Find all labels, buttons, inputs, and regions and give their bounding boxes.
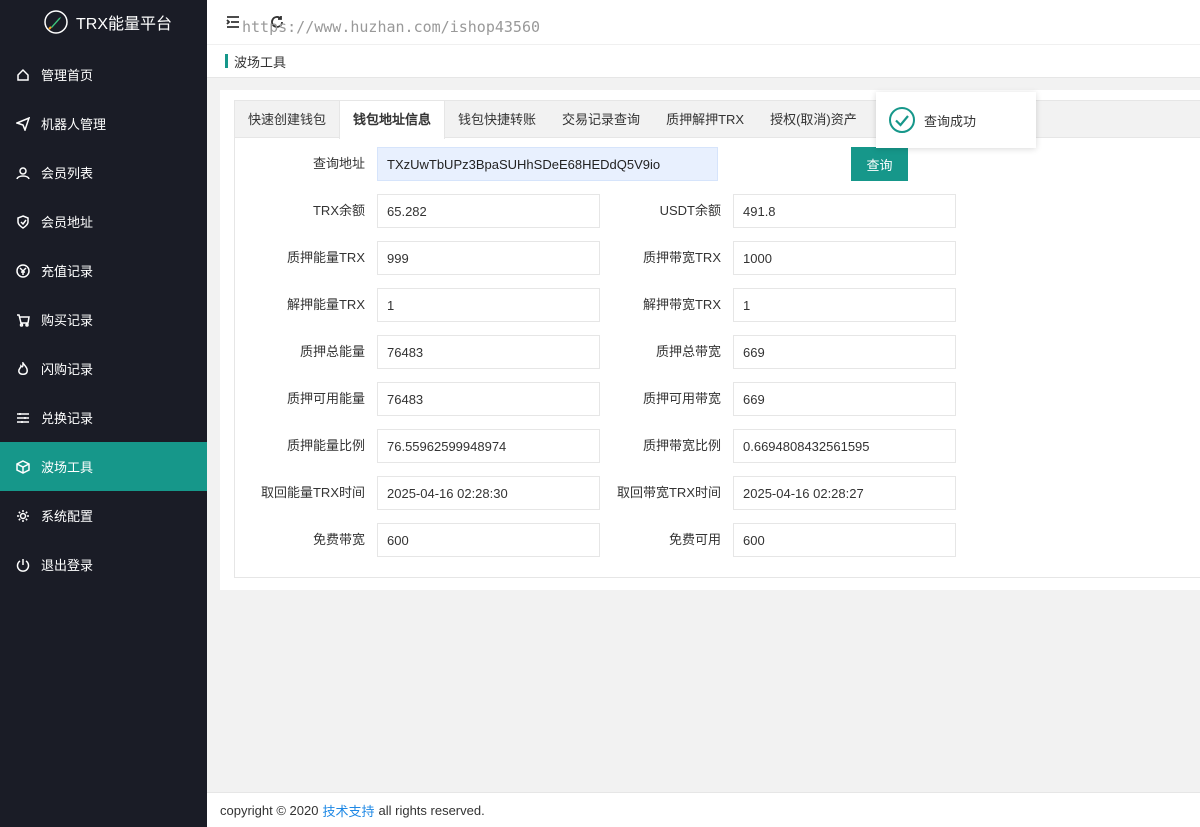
field-input-right[interactable] [733, 429, 956, 463]
field-input-right[interactable] [733, 288, 956, 322]
gear-icon [16, 509, 30, 523]
query-button[interactable]: 查询 [851, 147, 908, 181]
power-icon [16, 558, 30, 572]
breadcrumb-current: 波场工具 [234, 54, 287, 70]
tab-panel: 快速创建钱包钱包地址信息钱包快捷转账交易记录查询质押解押TRX授权(取消)资产授… [234, 100, 1200, 578]
sidebar-item-label: 退出登录 [41, 558, 94, 573]
menu-toggle-button[interactable] [223, 12, 243, 32]
sidebar-item-10[interactable]: 退出登录 [0, 540, 207, 589]
breadcrumb: 波场工具 [207, 44, 1200, 78]
field-input-left[interactable] [377, 194, 600, 228]
success-toast: 查询成功 [876, 92, 1036, 148]
sidebar-item-label: 波场工具 [41, 460, 94, 475]
field-input-right[interactable] [733, 382, 956, 416]
footer: copyright © 2020 技术支持 all rights reserve… [207, 792, 1200, 827]
field-input-left[interactable] [377, 476, 600, 510]
sidebar-item-3[interactable]: 会员地址 [0, 197, 207, 246]
sidebar-item-label: 系统配置 [41, 509, 94, 524]
field-label-left: 解押能量TRX [286, 297, 365, 312]
brand[interactable]: TRX能量平台 [0, 0, 207, 44]
field-input-right[interactable] [733, 523, 956, 557]
check-circle-icon [889, 107, 915, 133]
sidebar-item-8[interactable]: 波场工具 [0, 442, 207, 491]
sidebar-item-label: 管理首页 [41, 68, 94, 83]
query-address-label: 查询地址 [312, 156, 365, 171]
footer-copyright: copyright © 2020 [220, 802, 319, 818]
sidebar-item-9[interactable]: 系统配置 [0, 491, 207, 540]
sidebar-item-1[interactable]: 机器人管理 [0, 99, 207, 148]
field-input-left[interactable] [377, 429, 600, 463]
sidebar-item-label: 会员地址 [41, 215, 94, 230]
breadcrumb-accent-bar [225, 54, 228, 68]
sidebar-menu: 管理首页机器人管理会员列表会员地址充值记录购买记录闪购记录兑换记录波场工具系统配… [0, 50, 207, 589]
main-content: 快速创建钱包钱包地址信息钱包快捷转账交易记录查询质押解押TRX授权(取消)资产授… [220, 90, 1200, 590]
fire-icon [16, 361, 30, 376]
app-title: TRX能量平台 [76, 16, 173, 33]
footer-support-link[interactable]: 技术支持 [322, 801, 374, 820]
user-icon [16, 166, 30, 180]
field-label-left: TRX余额 [312, 203, 365, 218]
sidebar-item-2[interactable]: 会员列表 [0, 148, 207, 197]
tab-1[interactable]: 钱包地址信息 [339, 101, 446, 139]
toast-message: 查询成功 [924, 113, 977, 129]
field-label-left: 质押能量比例 [286, 438, 365, 453]
field-input-left[interactable] [377, 382, 600, 416]
tab-5[interactable]: 授权(取消)资产 [757, 101, 870, 138]
tab-0[interactable]: 快速创建钱包 [235, 101, 339, 138]
field-label-right: 免费可用 [668, 532, 721, 547]
home-icon [16, 68, 30, 82]
field-label-left: 质押总能量 [299, 344, 365, 359]
field-label-right: 质押带宽TRX [642, 250, 721, 265]
sidebar-item-label: 购买记录 [41, 313, 94, 328]
field-label-right: 解押带宽TRX [642, 297, 721, 312]
sidebar-item-4[interactable]: 充值记录 [0, 246, 207, 295]
field-label-right: 取回带宽TRX时间 [616, 485, 721, 500]
sidebar-item-5[interactable]: 购买记录 [0, 295, 207, 344]
field-input-right[interactable] [733, 335, 956, 369]
watermark-text: https://www.huzhan.com/ishop43560 [242, 18, 541, 36]
field-label-left: 取回能量TRX时间 [260, 485, 365, 500]
sidebar-item-label: 会员列表 [41, 166, 94, 181]
field-input-left[interactable] [377, 523, 600, 557]
field-label-left: 质押可用能量 [286, 391, 365, 406]
tab-2[interactable]: 钱包快捷转账 [445, 101, 549, 138]
footer-rights: all rights reserved. [378, 802, 485, 818]
field-label-left: 质押能量TRX [286, 250, 365, 265]
field-input-right[interactable] [733, 241, 956, 275]
sidebar-item-6[interactable]: 闪购记录 [0, 344, 207, 393]
cart-icon [16, 313, 30, 327]
rocket-logo-icon [44, 10, 68, 34]
yen-icon [16, 263, 30, 278]
sidebar-item-0[interactable]: 管理首页 [0, 50, 207, 99]
field-label-left: 免费带宽 [312, 532, 365, 547]
cube-icon [16, 459, 30, 474]
tab-bar: 快速创建钱包钱包地址信息钱包快捷转账交易记录查询质押解押TRX授权(取消)资产授… [235, 101, 1200, 139]
sidebar-item-7[interactable]: 兑换记录 [0, 393, 207, 442]
field-label-right: 质押可用带宽 [642, 391, 721, 406]
tab-4[interactable]: 质押解押TRX [653, 101, 757, 138]
field-input-right[interactable] [733, 476, 956, 510]
sidebar: TRX能量平台 管理首页机器人管理会员列表会员地址充值记录购买记录闪购记录兑换记… [0, 0, 207, 827]
sidebar-item-label: 机器人管理 [41, 117, 107, 132]
field-input-left[interactable] [377, 288, 600, 322]
shield-icon [16, 214, 30, 229]
field-label-right: 质押带宽比例 [642, 438, 721, 453]
field-input-left[interactable] [377, 335, 600, 369]
send-icon [16, 116, 30, 131]
field-label-right: 质押总带宽 [655, 344, 721, 359]
sidebar-item-label: 充值记录 [41, 264, 94, 279]
field-label-right: USDT余额 [659, 203, 721, 218]
field-input-left[interactable] [377, 241, 600, 275]
field-input-right[interactable] [733, 194, 956, 228]
sidebar-item-label: 兑换记录 [41, 411, 94, 426]
sliders-icon [16, 411, 30, 425]
sidebar-item-label: 闪购记录 [41, 362, 94, 377]
tab-3[interactable]: 交易记录查询 [549, 101, 653, 138]
indent-icon [226, 16, 239, 28]
query-address-input[interactable] [377, 147, 718, 181]
